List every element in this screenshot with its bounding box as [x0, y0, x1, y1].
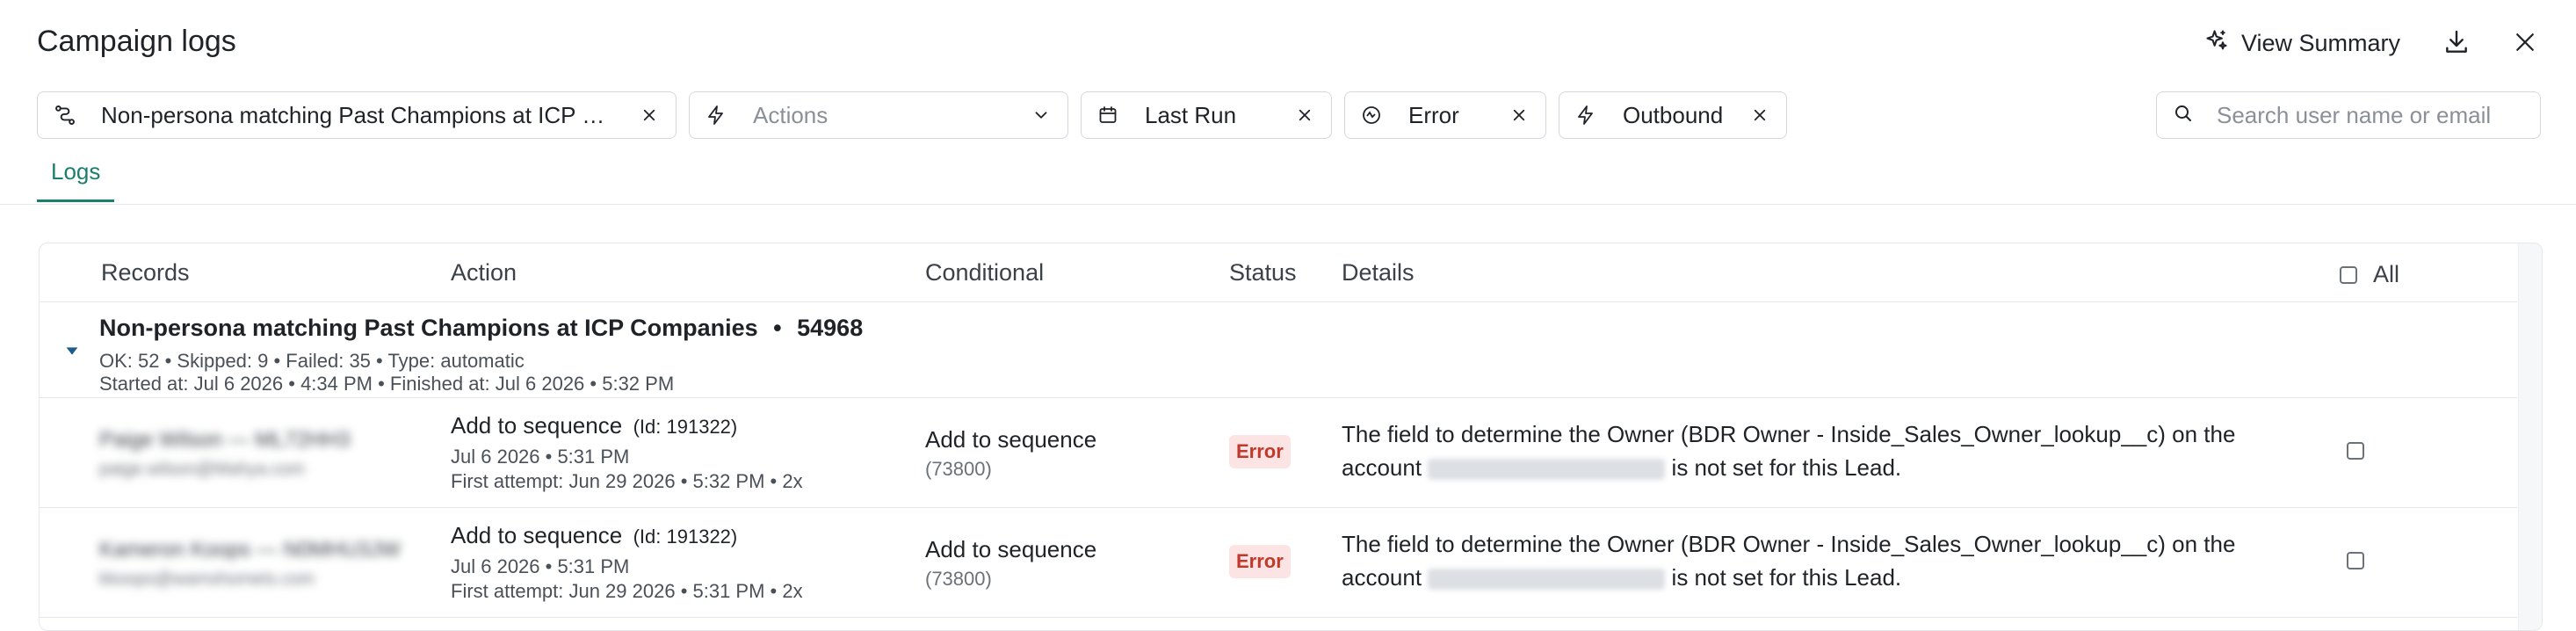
close-icon — [2512, 29, 2538, 58]
search-box — [2156, 91, 2541, 139]
filter-bar: Non-persona matching Past Champions at I… — [37, 91, 1787, 141]
table-row[interactable]: Paige Wilson — ML72HH3 paige.wilson@Mahy… — [40, 398, 2517, 508]
tab-divider — [0, 204, 2576, 205]
table-row[interactable]: Kameron Koops — N0MHU3JW kkoops@wamshome… — [40, 508, 2517, 618]
column-header-status: Status — [1229, 259, 1297, 286]
select-all-checkbox[interactable] — [2340, 265, 2357, 284]
campaign-run-group[interactable]: Non-persona matching Past Champions at I… — [40, 302, 2517, 398]
status-icon — [1361, 104, 1384, 127]
page-title: Campaign logs — [37, 25, 236, 58]
campaign-logs-modal: Campaign logs View Summary Non-persona m… — [0, 0, 2576, 631]
campaign-filter-chip[interactable]: Non-persona matching Past Champions at I… — [37, 91, 677, 139]
clear-direction-filter-icon[interactable] — [1749, 105, 1770, 126]
sparkle-icon — [2204, 28, 2229, 59]
details-text-end: is not set for this Lead. — [1671, 454, 1902, 481]
select-all[interactable]: All — [2340, 261, 2399, 288]
column-header-records: Records — [101, 259, 190, 286]
modal-header: Campaign logs View Summary — [0, 0, 2576, 88]
caret-down-icon[interactable] — [62, 341, 82, 360]
record-name: Paige Wilson — ML72HH3 — [99, 428, 351, 452]
chevron-down-icon — [1031, 105, 1052, 126]
search-icon — [2173, 103, 2194, 128]
group-timing: Started at: Jul 6 2026 • 4:34 PM • Finis… — [99, 373, 675, 395]
action-cell: Add to sequence (Id: 191322) — [451, 412, 737, 439]
conditional-id: (73800) — [925, 458, 992, 480]
run-filter-chip[interactable]: Last Run — [1081, 91, 1332, 139]
action-name: Add to sequence — [451, 522, 623, 548]
lightning-icon — [706, 104, 728, 127]
action-time: Jul 6 2026 • 5:31 PM — [451, 446, 630, 468]
group-campaign-id: 54968 — [797, 315, 864, 341]
group-campaign-name: Non-persona matching Past Champions at I… — [99, 315, 758, 341]
first-attempt: First attempt: Jun 29 2026 • 5:31 PM • 2… — [451, 580, 803, 602]
close-button[interactable] — [2506, 25, 2544, 63]
actions-filter-dropdown[interactable]: Actions — [689, 91, 1068, 139]
view-summary-button[interactable]: View Summary — [2197, 23, 2407, 64]
group-title: Non-persona matching Past Champions at I… — [99, 315, 863, 342]
action-id: (Id: 191322) — [633, 526, 738, 548]
column-header-details: Details — [1342, 259, 1415, 286]
status-badge: Error — [1229, 545, 1291, 578]
search-input[interactable] — [2215, 100, 2517, 130]
conditional-id: (73800) — [925, 568, 992, 590]
error-details: The field to determine the Owner (BDR Ow… — [1342, 527, 2282, 594]
action-name: Add to sequence — [451, 412, 623, 439]
header-actions: View Summary — [2197, 23, 2544, 64]
calendar-icon — [1097, 104, 1120, 127]
action-time: Jul 6 2026 • 5:31 PM — [451, 555, 630, 577]
status-filter-value: Error — [1408, 101, 1459, 128]
record-name: Kameron Koops — N0MHU3JW — [99, 538, 401, 562]
details-text-end: is not set for this Lead. — [1671, 564, 1902, 591]
view-summary-label: View Summary — [2240, 30, 2400, 56]
campaign-filter-value: Non-persona matching Past Champions at I… — [101, 101, 611, 128]
row-checkbox[interactable] — [2347, 552, 2364, 569]
status-filter-chip[interactable]: Error — [1344, 91, 1546, 139]
table-header: Records Action Conditional Status Detail… — [40, 243, 2517, 302]
error-details: The field to determine the Owner (BDR Ow… — [1342, 417, 2282, 484]
action-cell: Add to sequence (Id: 191322) — [451, 522, 737, 549]
direction-filter-value: Outbound — [1623, 101, 1724, 128]
flow-icon — [54, 104, 76, 127]
group-separator: • — [773, 315, 782, 341]
tab-logs[interactable]: Logs — [37, 158, 115, 202]
direction-filter-chip[interactable]: Outbound — [1559, 91, 1787, 139]
record-email: kkoops@wamshomets.com — [99, 569, 315, 589]
redacted-account-id — [1428, 459, 1666, 481]
download-icon — [2442, 28, 2471, 59]
table-scrollbar[interactable] — [2518, 243, 2542, 630]
clear-run-filter-icon[interactable] — [1294, 105, 1315, 126]
conditional-name: Add to sequence — [925, 536, 1097, 562]
redacted-account-id — [1428, 569, 1666, 591]
conditional-name: Add to sequence — [925, 426, 1097, 453]
clear-campaign-filter-icon[interactable] — [639, 105, 660, 126]
first-attempt: First attempt: Jun 29 2026 • 5:32 PM • 2… — [451, 470, 803, 492]
clear-status-filter-icon[interactable] — [1509, 105, 1530, 126]
actions-filter-placeholder: Actions — [753, 101, 829, 128]
download-button[interactable] — [2437, 25, 2476, 63]
column-header-conditional: Conditional — [925, 259, 1045, 286]
select-all-label: All — [2373, 261, 2400, 287]
action-id: (Id: 191322) — [633, 416, 738, 438]
record-email: paige.wilson@Mahya.com — [99, 460, 305, 479]
run-filter-value: Last Run — [1145, 101, 1237, 128]
lightning-icon — [1575, 104, 1598, 127]
column-header-action: Action — [451, 259, 517, 286]
tab-bar: Logs — [37, 158, 115, 204]
group-stats: OK: 52 • Skipped: 9 • Failed: 35 • Type:… — [99, 350, 525, 372]
status-badge: Error — [1229, 435, 1291, 468]
row-checkbox[interactable] — [2347, 442, 2364, 460]
logs-table: Records Action Conditional Status Detail… — [39, 243, 2543, 631]
